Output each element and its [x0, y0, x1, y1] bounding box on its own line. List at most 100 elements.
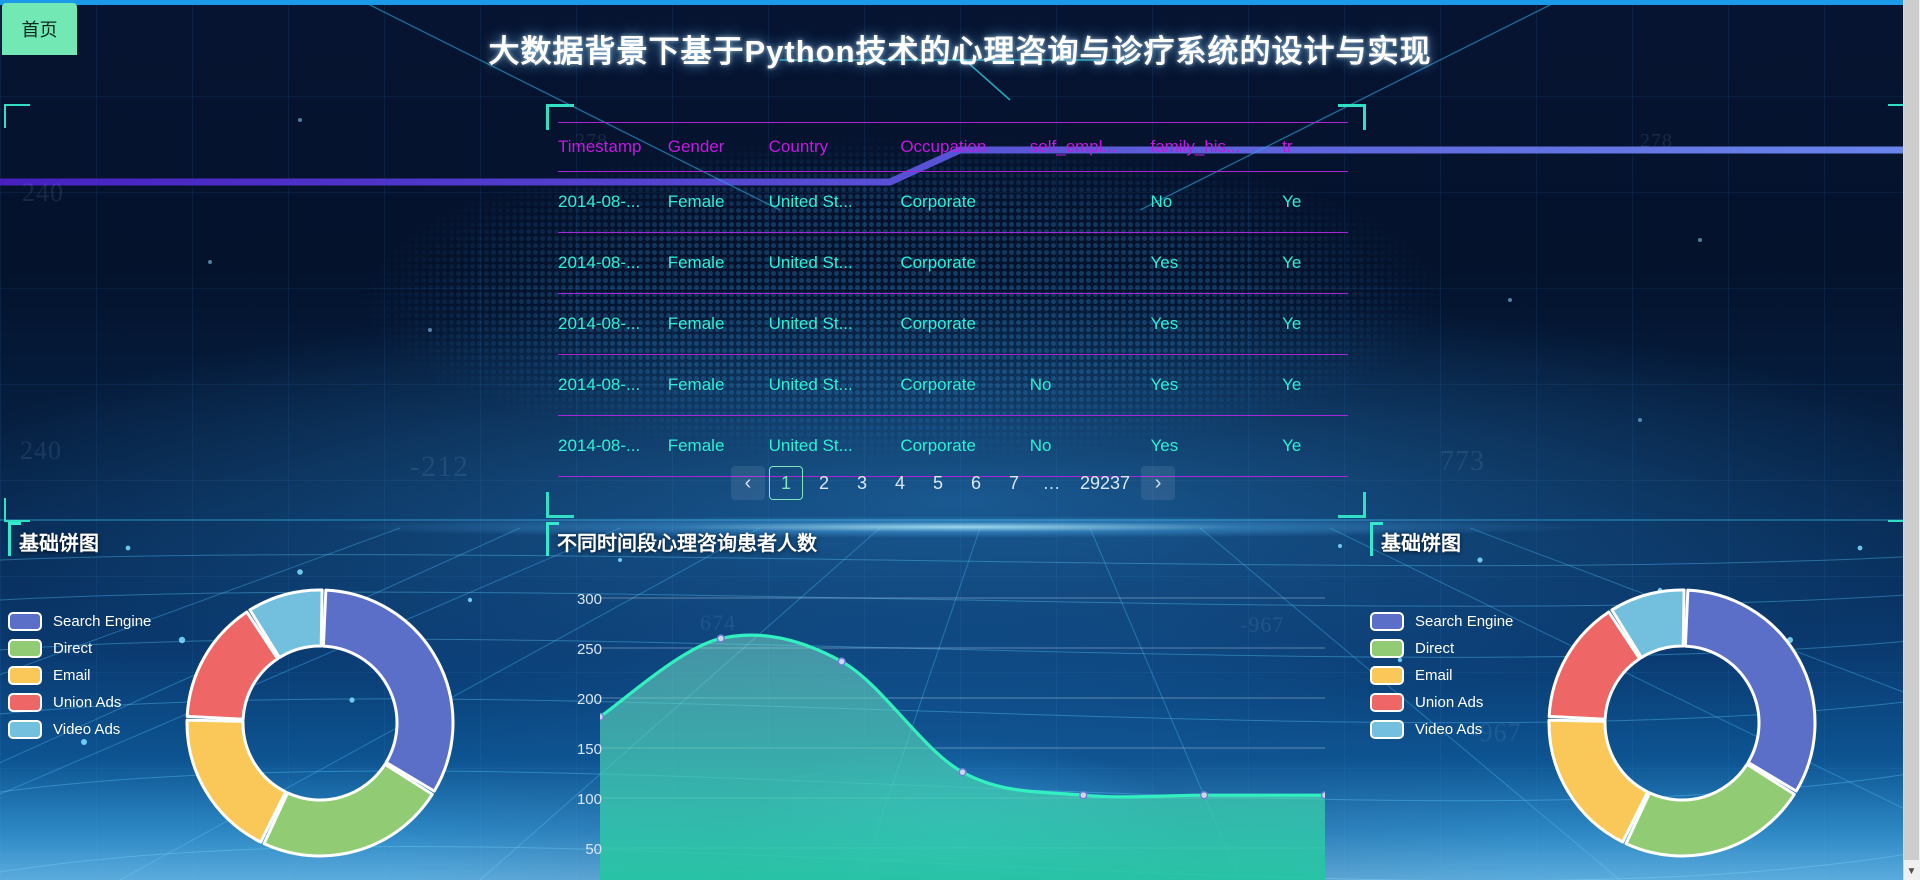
page-scrollbar[interactable]: ▼	[1903, 0, 1920, 880]
legend-item-search-engine[interactable]: Search Engine	[8, 608, 151, 634]
corner-bracket-icon	[4, 498, 30, 522]
scrollbar-thumb[interactable]	[1904, 0, 1919, 860]
column-header-timestamp[interactable]: Timestamp	[558, 122, 668, 172]
pagination-page-2[interactable]: 2	[807, 466, 841, 500]
background-ghost-number: 240	[20, 436, 62, 465]
line-data-point[interactable]	[1320, 791, 1325, 800]
legend-swatch-email	[8, 665, 42, 685]
table-row[interactable]: 2014-08-... Female United St... Corporat…	[558, 354, 1348, 416]
legend-pie-left: Search Engine Direct Email Union Ads Vid…	[8, 608, 151, 743]
legend-swatch-search-engine	[1370, 611, 1404, 631]
pagination-page-5[interactable]: 5	[921, 466, 955, 500]
pagination-page-4[interactable]: 4	[883, 466, 917, 500]
pie-chart-left[interactable]	[150, 570, 490, 880]
pagination-last-page[interactable]: 29237	[1073, 466, 1137, 500]
cell-country: United St...	[768, 171, 901, 233]
cell-gender: Female	[667, 354, 769, 416]
pagination: ‹ 1 2 3 4 5 6 7 … 29237 ›	[558, 460, 1348, 506]
pagination-page-1[interactable]: 1	[768, 466, 803, 500]
column-header-treatment[interactable]: tr	[1282, 122, 1348, 172]
table-row[interactable]: 2014-08-... Female United St... Corporat…	[558, 232, 1348, 294]
line-data-point[interactable]	[716, 634, 725, 643]
legend-swatch-email	[1370, 665, 1404, 685]
column-header-family-history[interactable]: family_his...	[1150, 122, 1283, 172]
legend-label-email: Email	[1415, 666, 1453, 684]
pie-chart-right[interactable]	[1512, 570, 1852, 880]
pagination-next-button[interactable]: ›	[1141, 466, 1176, 500]
panel-title-pie-right: 基础饼图	[1370, 522, 1461, 556]
cell-treatment: Ye	[1282, 293, 1348, 355]
line-data-point[interactable]	[1079, 791, 1088, 800]
cell-occupation: Corporate	[900, 293, 1030, 355]
pie-slice-search-engine[interactable]	[321, 588, 455, 793]
cell-timestamp: 2014-08-...	[558, 354, 668, 416]
legend-label-video-ads: Video Ads	[1415, 720, 1483, 738]
panel-title-line-chart: 不同时间段心理咨询患者人数	[546, 522, 817, 556]
pagination-page-6[interactable]: 6	[959, 466, 993, 500]
pie-slice-search-engine[interactable]	[1683, 588, 1817, 793]
cell-self-employed	[1029, 171, 1151, 233]
pagination-page-3[interactable]: 3	[845, 466, 879, 500]
cell-gender: Female	[667, 171, 769, 233]
line-data-point[interactable]	[600, 712, 605, 721]
legend-swatch-direct	[1370, 638, 1404, 658]
legend-swatch-direct	[8, 638, 42, 658]
browser-tabbar	[0, 0, 1920, 5]
cell-country: United St...	[768, 293, 901, 355]
cell-country: United St...	[768, 232, 901, 294]
legend-label-email: Email	[53, 666, 91, 684]
pie-slice-direct[interactable]	[1624, 762, 1796, 858]
column-header-gender[interactable]: Gender	[667, 122, 769, 172]
pie-slice-email[interactable]	[185, 718, 288, 844]
legend-label-direct: Direct	[1415, 639, 1455, 657]
line-area-chart[interactable]	[600, 585, 1325, 880]
pie-slice-email[interactable]	[1547, 718, 1650, 844]
panel-title-pie-left: 基础饼图	[8, 522, 99, 556]
pagination-page-7[interactable]: 7	[997, 466, 1031, 500]
legend-item-email[interactable]: Email	[1370, 662, 1513, 688]
line-data-point[interactable]	[837, 657, 846, 666]
legend-swatch-union-ads	[1370, 692, 1404, 712]
pagination-ellipsis[interactable]: …	[1035, 466, 1069, 500]
line-data-point[interactable]	[958, 768, 967, 777]
cell-treatment: Ye	[1282, 354, 1348, 416]
cell-self-employed	[1029, 293, 1151, 355]
column-header-self-employed[interactable]: self_empl...	[1029, 122, 1151, 172]
column-header-occupation[interactable]: Occupation	[900, 122, 1030, 172]
tab-home[interactable]: 首页	[2, 3, 77, 55]
y-axis-tick-50: 50	[585, 841, 602, 858]
table-row[interactable]: 2014-08-... Female United St... Corporat…	[558, 171, 1348, 233]
legend-swatch-union-ads	[8, 692, 42, 712]
y-axis-tick-200: 200	[576, 691, 602, 708]
corner-bracket-icon	[4, 104, 30, 128]
table-header-row: Timestamp Gender Country Occupation self…	[558, 122, 1348, 172]
cell-country: United St...	[768, 354, 901, 416]
pagination-prev-button[interactable]: ‹	[730, 466, 765, 500]
cell-family-history: Yes	[1150, 232, 1283, 294]
table-body: 2014-08-... Female United St... Corporat…	[558, 171, 1348, 477]
table-row[interactable]: 2014-08-... Female United St... Corporat…	[558, 293, 1348, 355]
legend-item-union-ads[interactable]: Union Ads	[8, 689, 151, 715]
legend-item-direct[interactable]: Direct	[1370, 635, 1513, 661]
legend-item-search-engine[interactable]: Search Engine	[1370, 608, 1513, 634]
cell-occupation: Corporate	[900, 171, 1030, 233]
scrollbar-down-arrow-icon[interactable]: ▼	[1905, 865, 1918, 878]
legend-label-video-ads: Video Ads	[53, 720, 121, 738]
legend-swatch-search-engine	[8, 611, 42, 631]
cell-treatment: Ye	[1282, 232, 1348, 294]
legend-item-union-ads[interactable]: Union Ads	[1370, 689, 1513, 715]
column-header-country[interactable]: Country	[768, 122, 901, 172]
pie-slice-direct[interactable]	[262, 762, 434, 858]
cell-family-history: Yes	[1150, 293, 1283, 355]
cell-family-history: Yes	[1150, 354, 1283, 416]
background-ghost-number: 278	[1640, 130, 1673, 152]
background-ghost-number: 240	[22, 178, 64, 207]
legend-label-search-engine: Search Engine	[1415, 612, 1514, 630]
legend-item-email[interactable]: Email	[8, 662, 151, 688]
data-table: Timestamp Gender Country Occupation self…	[558, 122, 1348, 477]
legend-item-video-ads[interactable]: Video Ads	[1370, 716, 1513, 742]
legend-label-search-engine: Search Engine	[53, 612, 152, 630]
line-data-point[interactable]	[1200, 791, 1209, 800]
legend-item-direct[interactable]: Direct	[8, 635, 151, 661]
legend-item-video-ads[interactable]: Video Ads	[8, 716, 151, 742]
